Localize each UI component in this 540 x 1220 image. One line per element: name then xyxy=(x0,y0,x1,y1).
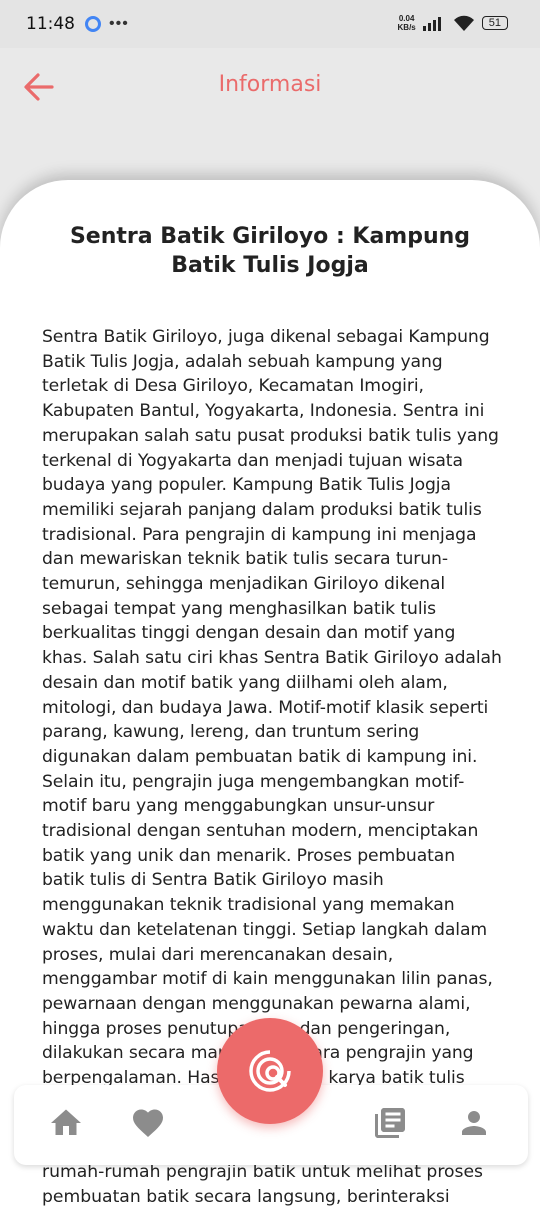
app-bar: Informasi xyxy=(0,48,540,128)
network-speed-unit: KB/s xyxy=(397,23,416,32)
battery-icon: 51 xyxy=(481,16,508,30)
status-bar: 11:48 ••• 0.04 KB/s 51 xyxy=(0,0,540,48)
article-icon[interactable] xyxy=(372,1105,408,1141)
status-icons: 0.04 KB/s 51 xyxy=(398,14,508,32)
scan-search-button[interactable] xyxy=(217,1018,323,1124)
heart-icon[interactable] xyxy=(130,1105,166,1141)
more-dots-icon: ••• xyxy=(109,15,129,32)
network-speed-value: 0.04 xyxy=(398,14,415,23)
google-icon xyxy=(85,16,101,32)
person-icon[interactable] xyxy=(456,1105,492,1141)
network-speed: 0.04 KB/s xyxy=(398,14,416,32)
wifi-icon xyxy=(453,15,474,31)
article-title: Sentra Batik Giriloyo : Kampung Batik Tu… xyxy=(69,224,471,278)
article-body: Sentra Batik Giriloyo, juga dikenal seba… xyxy=(42,327,502,1113)
home-icon[interactable] xyxy=(48,1105,84,1141)
status-time: 11:48 xyxy=(26,14,75,34)
article-body-continued: rumah-rumah pengrajin batik untuk meliha… xyxy=(42,1162,484,1207)
scan-search-icon xyxy=(249,1050,291,1092)
page-title: Informasi xyxy=(218,72,322,97)
signal-icon xyxy=(422,17,441,31)
